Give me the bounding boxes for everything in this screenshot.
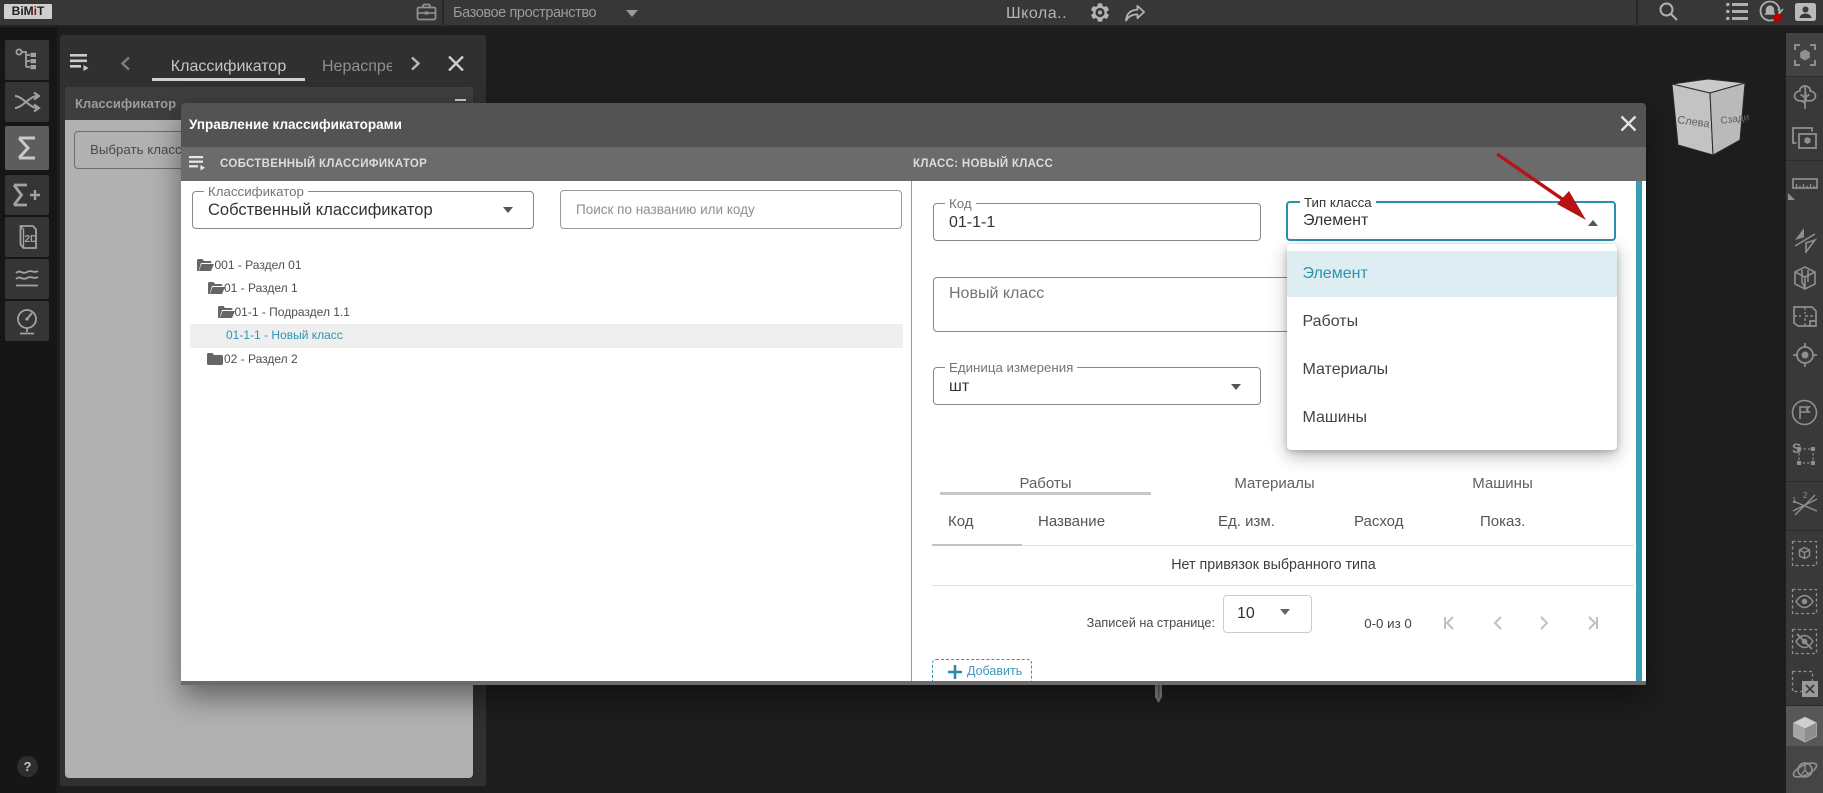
svg-text:1: 1 [1792, 496, 1797, 505]
svg-text:2: 2 [1803, 491, 1808, 500]
svg-text:2D: 2D [25, 234, 38, 245]
